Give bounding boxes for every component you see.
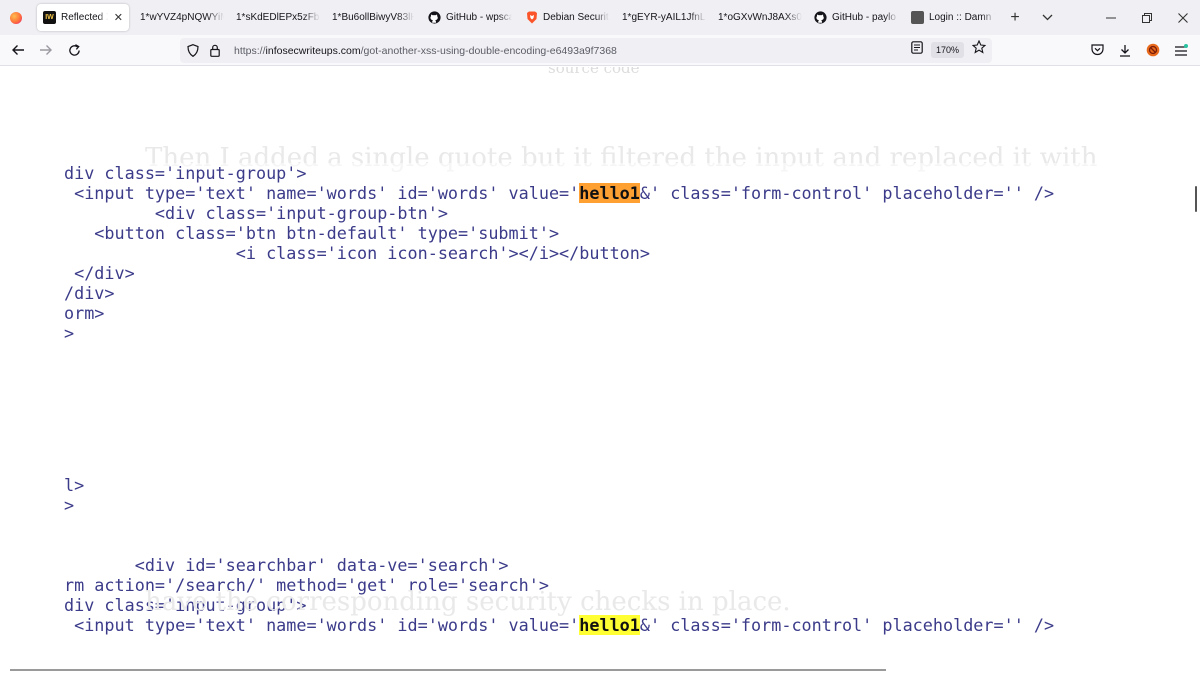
code-screenshot-escaped-output: div class='input-group'> <input type='te…: [64, 163, 1136, 343]
infosecwriteups-icon: IW: [43, 11, 56, 24]
minimize-icon[interactable]: [1100, 0, 1122, 35]
code-line: <div class='input-group-btn'>: [64, 203, 448, 223]
code-line: /div>: [64, 283, 115, 303]
app-menu-icon[interactable]: [1169, 38, 1193, 62]
page-content: source code Then I added a single quote …: [0, 67, 1200, 675]
code-text: <div id='searchbar' data-ve='search'>: [64, 555, 509, 575]
navigation-toolbar: https://infosecwriteups.com/got-another-…: [0, 35, 1200, 66]
code-text: &' class='form-control' placeholder='' /…: [639, 183, 1055, 203]
github-icon: [428, 11, 441, 24]
back-icon[interactable]: [6, 38, 30, 62]
code-text: >: [64, 495, 75, 515]
address-bar[interactable]: https://infosecwriteups.com/got-another-…: [180, 38, 992, 63]
tab-label: 1*gEYR-yAIL1JfnLH: [622, 12, 706, 23]
tab-image-1[interactable]: 1*wYVZ4pNQWYiM: [140, 0, 224, 35]
code-line: div class='input-group'>: [64, 163, 306, 183]
pocket-icon[interactable]: [1085, 38, 1109, 62]
list-all-tabs-icon[interactable]: [1036, 0, 1058, 35]
tab-github-payloads[interactable]: GitHub - paylo: [814, 0, 898, 35]
highlighted-input-value: hello1: [579, 615, 640, 635]
bookmark-star-icon[interactable]: [971, 39, 987, 59]
lock-icon[interactable]: [206, 42, 224, 60]
code-line: orm>: [64, 303, 104, 323]
tab-strip: IW Reflected XSS ✕ 1*wYVZ4pNQWYiM 1*sKdE…: [0, 0, 1200, 35]
tab-image-3[interactable]: 1*Bu6ollBiwyV83lH: [332, 0, 414, 35]
image-caption: source code: [548, 67, 640, 77]
code-text: <i class='icon icon-search'></i></button…: [64, 243, 650, 263]
code-text: </div>: [64, 263, 135, 283]
close-tab-icon[interactable]: ✕: [114, 11, 123, 24]
code-line: </div>: [64, 263, 135, 283]
url-text[interactable]: https://infosecwriteups.com/got-another-…: [234, 45, 617, 57]
tab-label: Reflected XSS: [61, 12, 108, 23]
firefox-menu-icon[interactable]: [0, 0, 32, 35]
zoom-level-button[interactable]: 170%: [930, 41, 964, 58]
restore-icon[interactable]: [1136, 0, 1158, 35]
tab-label: GitHub - paylo: [832, 12, 896, 23]
tab-image-2[interactable]: 1*sKdEDlEPx5zFb8: [236, 0, 320, 35]
tab-debian-security[interactable]: Debian Security: [525, 0, 609, 35]
highlighted-input-value: hello1: [579, 183, 640, 203]
code-text: >: [64, 323, 75, 343]
article-paragraph: have the corresponding security checks i…: [145, 587, 791, 617]
code-text: <div class='input-group-btn'>: [64, 203, 448, 223]
new-tab-icon[interactable]: +: [1004, 0, 1026, 35]
tab-label: 1*wYVZ4pNQWYiM: [140, 12, 224, 23]
downloads-icon[interactable]: [1113, 38, 1137, 62]
code-text: div class='input-group'>: [64, 163, 307, 183]
code-text: &' class='form-control' placeholder='' /…: [639, 615, 1055, 635]
code-line: <button class='btn btn-default' type='su…: [64, 223, 559, 243]
brave-icon: [525, 11, 538, 24]
tab-label: 1*sKdEDlEPx5zFb8: [236, 12, 320, 23]
code-line: <input type='text' name='words' id='word…: [64, 183, 1054, 203]
close-window-icon[interactable]: [1172, 0, 1194, 35]
vertical-scrollbar-thumb[interactable]: [1195, 186, 1197, 212]
code-screenshot-double-encoded-output: l> > <div id='searchbar' data-ve='search'…: [64, 475, 1136, 635]
tracking-protection-shield-icon[interactable]: [184, 42, 202, 60]
tab-image-5[interactable]: 1*oGXvWnJ8AXs0o: [718, 0, 802, 35]
horizontal-scrollbar[interactable]: [10, 669, 886, 671]
extension-icon[interactable]: [1141, 38, 1165, 62]
forward-icon[interactable]: [34, 38, 58, 62]
code-line: <i class='icon icon-search'></i></button…: [64, 243, 650, 263]
tab-dvwa-login[interactable]: Login :: Damn V: [911, 0, 995, 35]
url-scheme: https://: [234, 44, 266, 57]
code-text: <input type='text' name='words' id='word…: [64, 615, 580, 635]
reader-view-icon[interactable]: [911, 40, 923, 59]
dvwa-icon: [911, 11, 924, 24]
code-line: >: [64, 323, 74, 343]
reload-icon[interactable]: [62, 38, 86, 62]
code-line: <input type='text' name='words' id='word…: [64, 615, 1054, 635]
tab-label: Login :: Damn V: [929, 12, 995, 23]
tab-github-wpscan[interactable]: GitHub - wpsca: [428, 0, 512, 35]
code-text: l>: [64, 475, 85, 495]
github-icon: [814, 11, 827, 24]
url-host: infosecwriteups.com: [265, 44, 361, 57]
code-line: l>: [64, 475, 84, 495]
tab-label: GitHub - wpsca: [446, 12, 512, 23]
code-line: <div id='searchbar' data-ve='search'>: [64, 555, 509, 575]
tab-label: Debian Security: [543, 12, 609, 23]
code-text: orm>: [64, 303, 105, 323]
code-text: <button class='btn btn-default' type='su…: [64, 223, 560, 243]
tab-label: 1*oGXvWnJ8AXs0o: [718, 12, 802, 23]
code-text: <input type='text' name='words' id='word…: [64, 183, 580, 203]
code-text: /div>: [64, 283, 115, 303]
code-line: >: [64, 495, 74, 515]
tab-reflected-xss[interactable]: IW Reflected XSS ✕: [37, 4, 129, 31]
url-path: /got-another-xss-using-double-encoding-e…: [360, 44, 617, 57]
tab-image-4[interactable]: 1*gEYR-yAIL1JfnLH: [622, 0, 706, 35]
tab-label: 1*Bu6ollBiwyV83lH: [332, 12, 414, 23]
